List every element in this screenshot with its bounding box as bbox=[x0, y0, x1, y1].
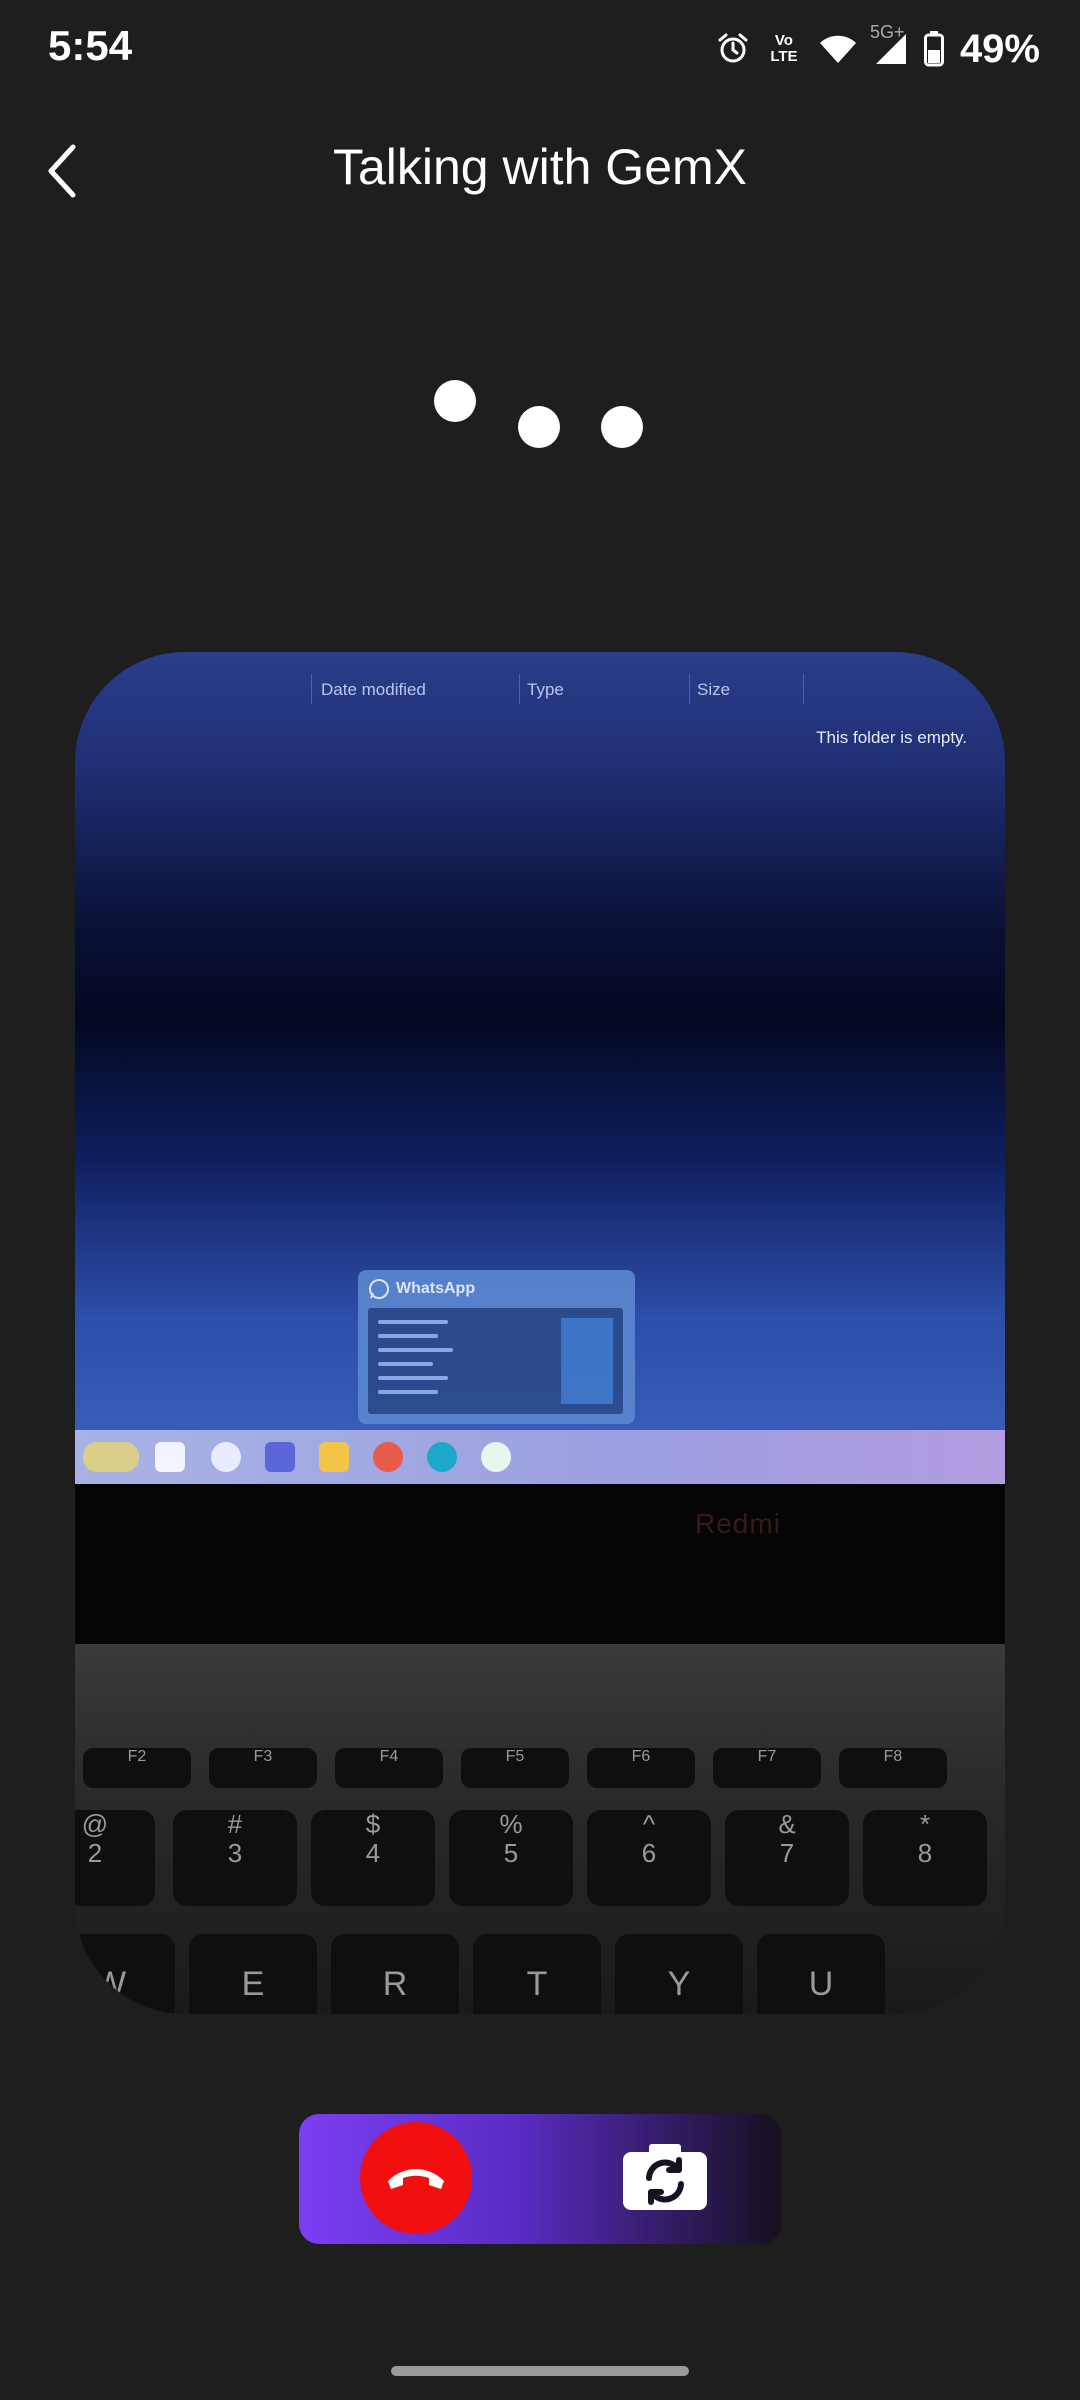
column-header: Date modified bbox=[321, 680, 426, 699]
key-2: @2 bbox=[75, 1810, 155, 1906]
whatsapp-preview-title: WhatsApp bbox=[396, 1280, 476, 1297]
typing-dot bbox=[518, 406, 560, 448]
key-6: ^ 6 bbox=[587, 1810, 711, 1906]
home-indicator[interactable] bbox=[391, 2366, 689, 2376]
key-r: R bbox=[331, 1934, 459, 2014]
laptop-bezel bbox=[75, 1484, 1005, 1644]
typing-dot bbox=[434, 380, 476, 422]
column-divider bbox=[803, 674, 804, 704]
key-w: W bbox=[75, 1934, 175, 2014]
column-header: Size bbox=[697, 680, 731, 699]
switch-camera-button[interactable] bbox=[618, 2136, 712, 2216]
key-f8: F8 bbox=[839, 1748, 947, 1788]
column-divider bbox=[519, 674, 520, 704]
camera-switch-icon bbox=[623, 2144, 707, 2210]
key-5: % 5 bbox=[449, 1810, 573, 1906]
key-f6: F6 bbox=[587, 1748, 695, 1788]
column-header: Type bbox=[527, 680, 564, 699]
task-view-icon bbox=[155, 1442, 185, 1472]
camera-preview: Date modified Type Size This folder is e… bbox=[75, 652, 1005, 2014]
typing-dot bbox=[601, 406, 643, 448]
chat-icon bbox=[211, 1442, 241, 1472]
column-divider bbox=[689, 674, 690, 704]
laptop-brand: Redmi bbox=[695, 1508, 781, 1539]
whatsapp-icon bbox=[369, 1279, 389, 1299]
whatsapp-taskbar-icon bbox=[481, 1442, 511, 1472]
laptop-screen: Date modified Type Size This folder is e… bbox=[75, 652, 1005, 1484]
key-3: #3 bbox=[173, 1810, 297, 1906]
laptop-keyboard: F2 F3 F4 F5 F6 F7 F8 @2 #3 $4 % 5 ^ 6 & 7 *… bbox=[75, 1644, 1005, 2014]
key-f2: F2 bbox=[83, 1748, 191, 1788]
key-4: $4 bbox=[311, 1810, 435, 1906]
key-u: U bbox=[757, 1934, 885, 2014]
column-divider bbox=[311, 674, 312, 704]
typing-indicator bbox=[0, 0, 1080, 460]
whatsapp-preview-content bbox=[368, 1308, 623, 1414]
empty-folder-message: This folder is empty. bbox=[816, 728, 967, 747]
chrome-icon bbox=[373, 1442, 403, 1472]
key-f3: F3 bbox=[209, 1748, 317, 1788]
key-t: T bbox=[473, 1934, 601, 2014]
windows-taskbar bbox=[75, 1430, 1005, 1484]
key-f4: F4 bbox=[335, 1748, 443, 1788]
edge-icon bbox=[427, 1442, 457, 1472]
key-e: E bbox=[189, 1934, 317, 2014]
phone-hangup-icon bbox=[388, 2169, 444, 2189]
key-8: * 8 bbox=[863, 1810, 987, 1906]
key-f5: F5 bbox=[461, 1748, 569, 1788]
whatsapp-preview: WhatsApp bbox=[358, 1270, 635, 1424]
file-explorer-icon bbox=[319, 1442, 349, 1472]
widgets-icon bbox=[83, 1442, 139, 1472]
key-f7: F7 bbox=[713, 1748, 821, 1788]
end-call-button[interactable] bbox=[360, 2122, 472, 2234]
key-y: Y bbox=[615, 1934, 743, 2014]
teams-icon bbox=[265, 1442, 295, 1472]
key-7: & 7 bbox=[725, 1810, 849, 1906]
